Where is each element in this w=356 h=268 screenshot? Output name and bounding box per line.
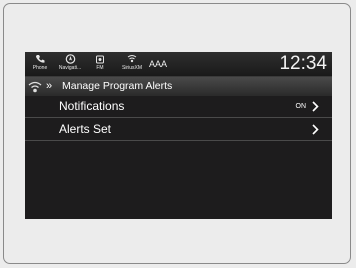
navigation-icon xyxy=(65,54,75,64)
page-title: Manage Program Alerts xyxy=(62,80,173,92)
back-chevrons[interactable]: » xyxy=(46,79,52,93)
phone-label: Phone xyxy=(32,65,48,71)
notifications-status: ON xyxy=(295,103,307,110)
phone-button[interactable]: Phone xyxy=(29,53,51,74)
siriusxm-button[interactable]: SiriusXM xyxy=(119,53,145,74)
title-bar: » Manage Program Alerts xyxy=(25,77,332,96)
antenna-icon xyxy=(28,81,42,93)
radio-icon xyxy=(96,55,104,64)
navigation-label: Navigati... xyxy=(58,65,82,71)
menu-item-label: Alerts Set xyxy=(59,122,112,136)
menu-item-notifications[interactable]: Notifications ON xyxy=(25,96,332,118)
phone-icon xyxy=(36,55,45,63)
siriusxm-label: SiriusXM xyxy=(121,65,142,71)
fm-button[interactable]: FM xyxy=(91,53,109,74)
fm-label: FM xyxy=(96,65,104,71)
status-bar: Phone Navigati... FM SiriusXM AAA 12:34 xyxy=(25,52,332,77)
menu-item-alerts-set[interactable]: Alerts Set xyxy=(25,119,332,141)
chevron-right-icon xyxy=(312,124,319,135)
clock: 12:34 xyxy=(279,53,327,74)
menu-item-label: Notifications xyxy=(59,99,125,113)
satellite-icon xyxy=(127,55,137,63)
chevron-right-icon xyxy=(312,101,319,112)
infotainment-screen: Phone Navigati... FM SiriusXM AAA 12:34 … xyxy=(25,52,332,219)
navigation-button[interactable]: Navigati... xyxy=(55,53,85,74)
station-name: AAA xyxy=(149,59,168,69)
